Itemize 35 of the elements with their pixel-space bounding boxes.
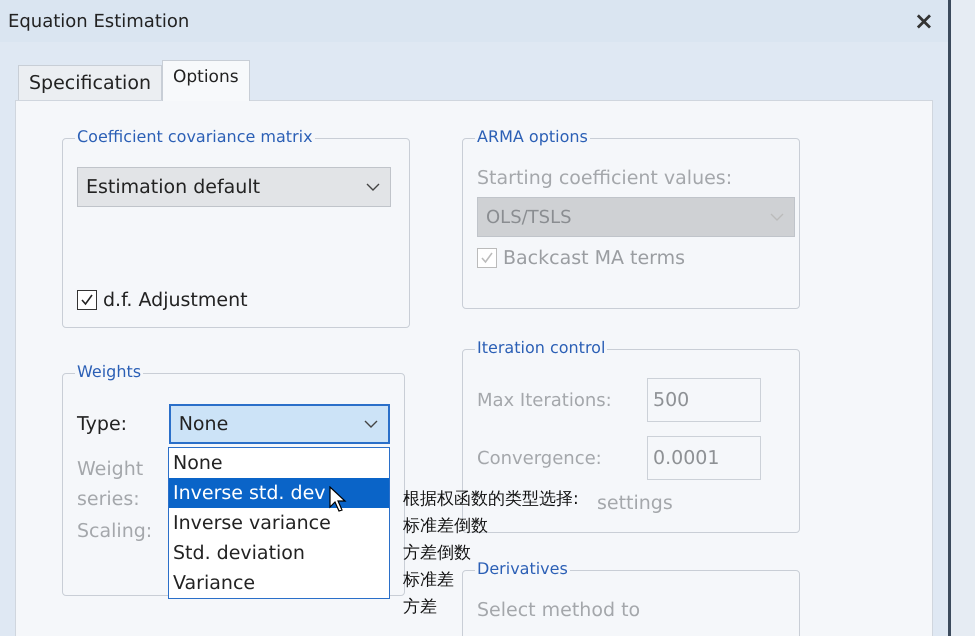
dropdown-option[interactable]: Variance <box>169 568 389 598</box>
chevron-icon <box>770 213 784 221</box>
type-label: Type: <box>77 413 128 435</box>
tab[interactable]: Specification <box>18 65 162 100</box>
starting-values-label: Starting coefficient values: <box>477 167 734 189</box>
annotation-text: 方差倒数 <box>403 542 471 565</box>
cursor-icon <box>329 486 347 512</box>
settings-label: settings <box>597 492 674 514</box>
convergence-label: Convergence: <box>477 448 603 469</box>
chevron-icon <box>364 420 378 428</box>
scaling-label: Scaling: <box>77 520 154 542</box>
tab[interactable]: Options <box>162 60 250 101</box>
checkmark-icon <box>79 292 95 308</box>
checkbox[interactable] <box>77 290 97 310</box>
derivatives-text: Select method to <box>477 598 642 621</box>
annotation-text: 根据权函数的类型选择: <box>403 488 579 511</box>
max-iterations-label: Max Iterations: <box>477 390 613 411</box>
df-adjustment-checkbox[interactable]: d.f. Adjustment <box>77 289 395 311</box>
group-title: Weights <box>75 362 144 381</box>
checkbox[interactable] <box>477 248 497 268</box>
checkmark-icon <box>479 250 495 266</box>
chevron-icon <box>366 183 380 191</box>
weight-series-label: Weight series: <box>77 457 144 512</box>
annotation-text: 标准差倒数 <box>403 515 488 538</box>
annotation-text: 标准差 <box>403 569 454 592</box>
dropdown-option[interactable]: Inverse variance <box>169 508 389 538</box>
covariance-dropdown[interactable]: Estimation default <box>77 167 391 207</box>
close-button[interactable]: × <box>914 7 934 35</box>
window-title: Equation Estimation <box>8 10 190 32</box>
dropdown-option[interactable]: Inverse std. dev <box>169 478 389 508</box>
type-dropdown[interactable]: None <box>168 404 390 444</box>
group-title: ARMA options <box>475 127 590 146</box>
dropdown-option[interactable]: None <box>169 448 389 478</box>
dropdown-option[interactable]: Std. deviation <box>169 538 389 568</box>
annotation-text: 方差 <box>403 596 437 619</box>
